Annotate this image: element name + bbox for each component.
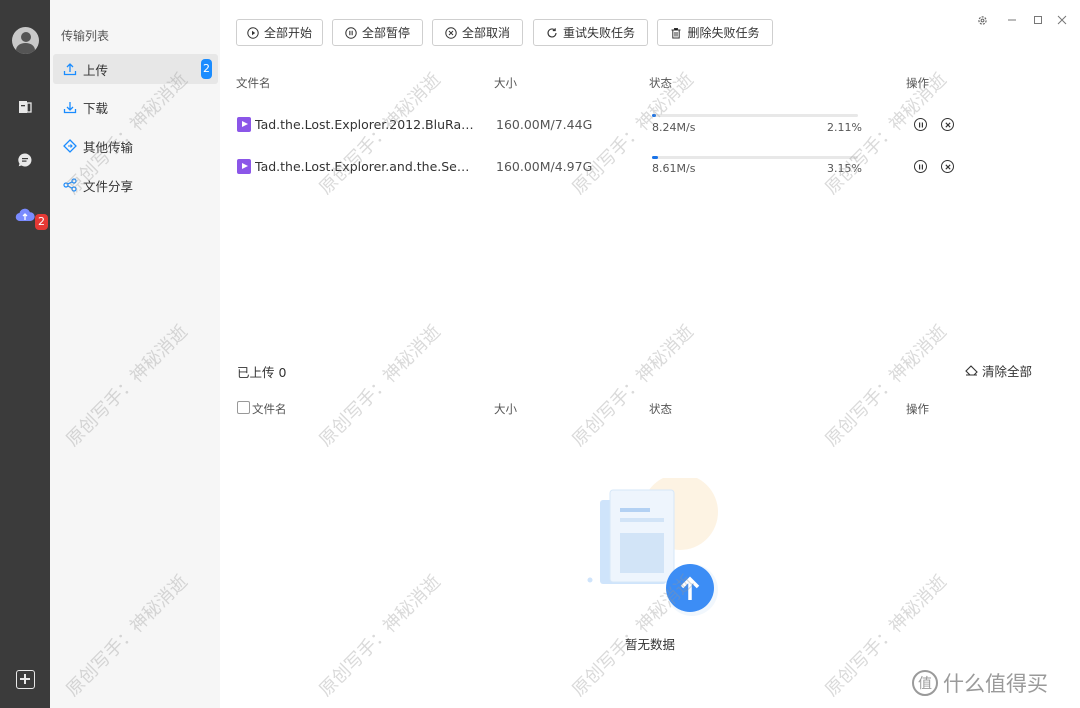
progress-fill	[652, 156, 659, 159]
select-all-checkbox[interactable]	[237, 401, 250, 414]
retry-failed-label: 重试失败任务	[562, 26, 635, 40]
minimize-button[interactable]	[1005, 13, 1019, 27]
column-header-status: 状态	[649, 76, 672, 90]
maximize-icon	[1034, 16, 1042, 24]
sidebar-item-label: 上传	[83, 62, 109, 78]
diamond-transfer-icon	[63, 139, 77, 153]
transfer-speed: 8.24M/s	[652, 121, 696, 134]
file-book-icon	[19, 101, 32, 113]
sidebar-item-label: 下载	[83, 100, 109, 116]
transfer-count-badge: 2	[35, 214, 48, 230]
progress-bar	[652, 156, 858, 159]
cloud-transfer-icon	[15, 208, 35, 222]
sidebar-title: 传输列表	[61, 29, 110, 43]
transfer-sidebar: 传输列表 上传 2 下载 其他传输 文件分享	[50, 0, 220, 708]
user-avatar[interactable]	[12, 27, 39, 54]
column-header-status: 状态	[649, 402, 672, 416]
column-header-actions: 操作	[906, 402, 929, 416]
column-header-size: 大小	[494, 76, 517, 90]
progress-percent: 2.11%	[827, 121, 862, 134]
gear-icon	[977, 15, 987, 25]
rail-files[interactable]	[0, 87, 50, 127]
column-header-actions: 操作	[906, 76, 929, 90]
cancel-button[interactable]	[941, 118, 954, 131]
pause-button[interactable]	[914, 160, 927, 173]
settings-button[interactable]	[975, 13, 989, 27]
file-size: 160.00M/7.44G	[496, 117, 593, 132]
video-file-icon	[237, 117, 251, 132]
sidebar-item-other-transfers[interactable]: 其他传输	[53, 131, 218, 161]
sidebar-item-upload[interactable]: 上传 2	[53, 54, 218, 84]
upload-count-badge: 2	[201, 59, 212, 79]
progress-fill	[652, 114, 657, 117]
start-all-label: 全部开始	[263, 26, 312, 40]
uploaded-count-title: 已上传 0	[237, 365, 287, 380]
close-button[interactable]	[1055, 13, 1069, 27]
empty-upload-illustration	[587, 478, 718, 616]
minimize-icon	[1008, 19, 1016, 21]
close-icon	[944, 163, 951, 170]
retry-icon	[547, 27, 557, 37]
pause-circle-icon	[345, 26, 357, 39]
delete-failed-label: 删除失败任务	[687, 26, 760, 40]
eraser-icon	[965, 365, 978, 376]
add-icon[interactable]	[16, 670, 35, 689]
cancel-circle-icon	[445, 26, 457, 39]
pause-all-label: 全部暂停	[361, 26, 410, 40]
share-icon	[63, 178, 77, 192]
transfer-speed: 8.61M/s	[652, 162, 696, 175]
delete-failed-button[interactable]: 删除失败任务	[657, 19, 773, 46]
file-name: Tad.the.Lost.Explorer.2012.BluRay.1080p.…	[255, 117, 475, 132]
column-header-name: 文件名	[252, 402, 287, 416]
maximize-button[interactable]	[1031, 13, 1045, 27]
video-file-icon	[237, 159, 251, 174]
file-size: 160.00M/4.97G	[496, 159, 593, 174]
progress-percent: 3.15%	[827, 162, 862, 175]
sidebar-item-label: 文件分享	[83, 178, 134, 194]
close-icon	[944, 121, 951, 128]
cancel-button[interactable]	[941, 160, 954, 173]
sidebar-item-download[interactable]: 下载	[53, 92, 218, 122]
site-logo-icon: 值	[912, 670, 938, 696]
pause-button[interactable]	[914, 118, 927, 131]
clear-all-label: 清除全部	[982, 364, 1033, 379]
cancel-all-label: 全部取消	[461, 26, 510, 40]
upload-icon	[63, 63, 77, 76]
transfer-main: 全部开始 全部暂停 全部取消 重试失败任务 删除失败任务 文件名 大小 状态 操…	[220, 0, 1080, 708]
close-icon	[1057, 15, 1067, 25]
site-watermark-text: 什么值得买	[943, 672, 1048, 696]
column-header-name: 文件名	[236, 76, 271, 90]
site-watermark: 值 什么值得买	[912, 668, 1048, 698]
start-all-button[interactable]: 全部开始	[236, 19, 323, 46]
pause-icon	[918, 164, 923, 169]
app-rail: 2	[0, 0, 50, 708]
play-circle-icon	[247, 26, 259, 39]
sidebar-item-label: 其他传输	[83, 139, 134, 155]
cancel-all-button[interactable]: 全部取消	[432, 19, 523, 46]
column-header-size: 大小	[494, 402, 517, 416]
pause-icon	[918, 122, 923, 127]
chat-icon	[18, 153, 32, 167]
clear-all-button[interactable]: 清除全部	[965, 361, 1032, 380]
progress-bar	[652, 114, 858, 117]
file-name: Tad.the.Lost.Explorer.and.the.Secret.of.…	[255, 159, 475, 174]
trash-icon	[671, 27, 681, 38]
retry-failed-button[interactable]: 重试失败任务	[533, 19, 648, 46]
sidebar-item-file-share[interactable]: 文件分享	[53, 170, 218, 200]
empty-state-text: 暂无数据	[624, 637, 675, 652]
download-icon	[63, 102, 77, 114]
pause-all-button[interactable]: 全部暂停	[332, 19, 423, 46]
rail-messages[interactable]	[0, 140, 50, 180]
